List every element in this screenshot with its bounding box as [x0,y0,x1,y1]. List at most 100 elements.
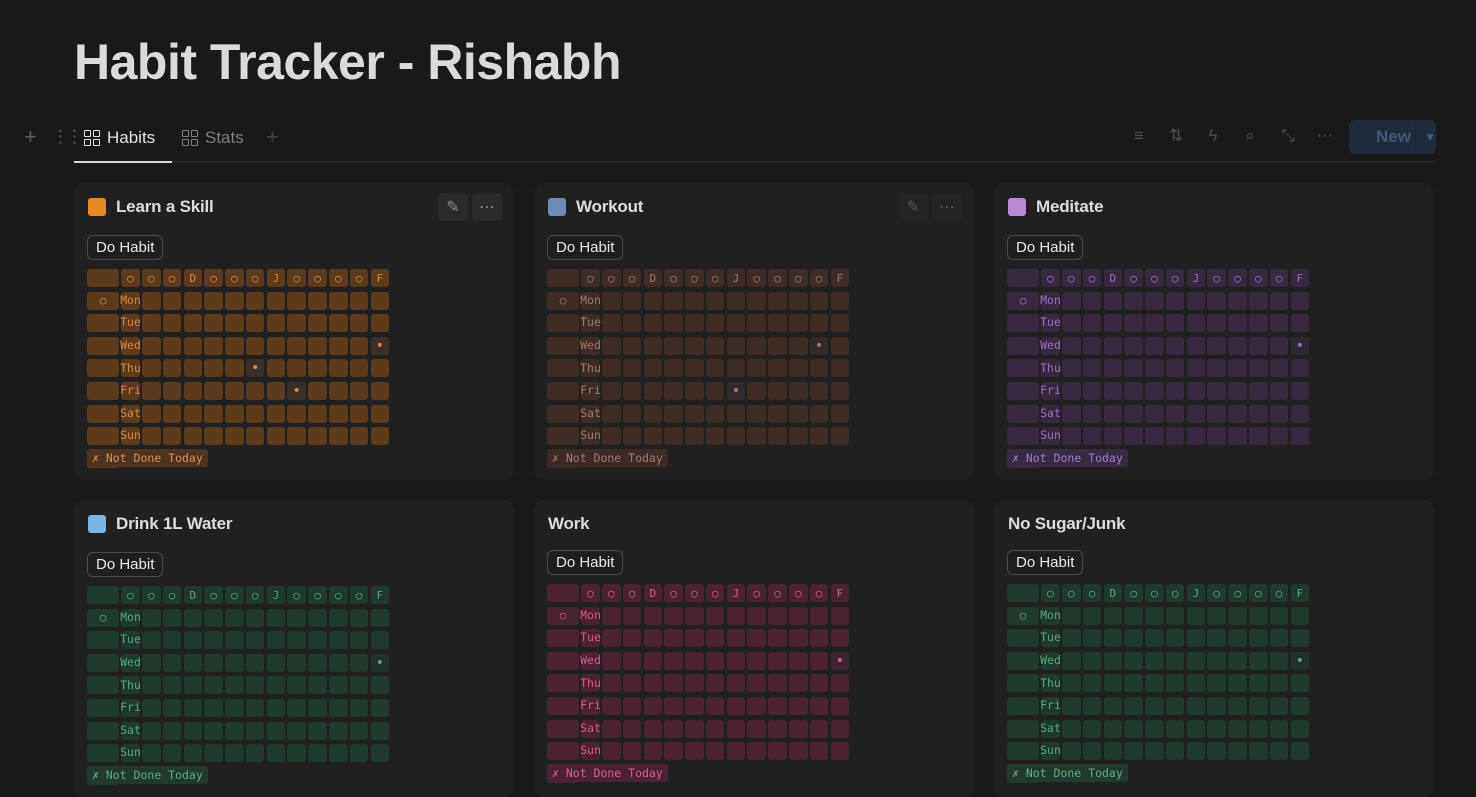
habit-day-cell[interactable] [1186,696,1206,715]
tab-habits[interactable]: Habits [84,124,155,152]
search-icon[interactable]: ⌕ [1239,126,1261,146]
habit-day-cell[interactable] [1124,606,1143,625]
habit-day-cell[interactable] [830,742,850,761]
habit-day-cell[interactable] [622,719,642,738]
habit-day-cell[interactable] [162,404,182,423]
habit-day-cell[interactable] [1207,381,1227,400]
habit-day-cell[interactable] [1186,606,1206,625]
habit-day-cell[interactable] [1103,427,1123,446]
habit-day-cell[interactable] [1124,359,1143,378]
habit-day-cell[interactable] [1249,674,1268,693]
habit-day-cell[interactable] [1249,336,1268,355]
habit-day-cell[interactable] [1082,606,1102,625]
habit-day-cell[interactable] [726,696,746,715]
habit-day-cell[interactable] [809,291,829,310]
habit-day-cell[interactable] [1269,651,1289,670]
habit-day-cell[interactable] [789,696,808,715]
habit-day-cell[interactable] [1103,651,1123,670]
habit-day-cell[interactable] [266,653,286,672]
drag-handle-icon[interactable]: ⋮⋮ [52,126,83,148]
habit-day-cell[interactable] [370,381,390,400]
habit-day-cell[interactable] [1007,629,1039,648]
habit-day-cell[interactable] [1124,404,1143,423]
habit-day-cell[interactable] [685,719,704,738]
habit-day-cell[interactable] [349,381,369,400]
habit-day-cell[interactable] [183,608,203,627]
habit-day-cell[interactable] [349,653,369,672]
habit-day-cell[interactable] [1290,381,1310,400]
habit-day-cell[interactable] [1165,291,1185,310]
habit-day-cell[interactable] [87,336,119,355]
habit-day-cell[interactable] [349,744,369,763]
habit-day-cell[interactable] [789,336,808,355]
habit-day-cell[interactable] [547,696,579,715]
habit-day-cell[interactable] [1165,629,1185,648]
habit-day-cell[interactable] [1290,359,1310,378]
habit-day-cell[interactable] [1061,381,1081,400]
habit-day-cell[interactable] [308,359,327,378]
habit-day-cell[interactable] [1290,427,1310,446]
habit-day-cell[interactable] [1145,742,1164,761]
habit-day-cell[interactable] [747,719,767,738]
habit-day-cell[interactable] [622,606,642,625]
habit-day-cell[interactable] [601,674,621,693]
habit-day-cell[interactable] [329,404,348,423]
habit-day-cell[interactable] [329,744,348,763]
habit-day-cell[interactable] [601,404,621,423]
habit-day-cell[interactable] [1207,336,1227,355]
habit-day-cell[interactable] [1124,742,1143,761]
habit-day-cell[interactable] [1103,719,1123,738]
habit-day-cell[interactable] [601,651,621,670]
habit-day-cell[interactable] [747,742,767,761]
habit-day-cell[interactable] [349,291,369,310]
habit-day-cell[interactable] [809,742,829,761]
habit-day-cell[interactable] [1228,381,1247,400]
habit-day-cell[interactable] [789,381,808,400]
habit-day-cell[interactable] [664,651,683,670]
habit-day-cell[interactable] [1186,427,1206,446]
habit-day-cell[interactable] [622,742,642,761]
habit-day-cell[interactable] [225,744,244,763]
habit-day-cell[interactable] [664,696,683,715]
habit-day-cell[interactable] [287,653,307,672]
habit-day-cell[interactable] [1249,314,1268,333]
habit-day-cell[interactable] [329,631,348,650]
habit-day-cell[interactable] [141,291,161,310]
habit-day-cell[interactable] [1207,719,1227,738]
habit-day-cell[interactable] [747,674,767,693]
habit-day-cell[interactable] [789,427,808,446]
habit-day-cell[interactable] [622,674,642,693]
habit-day-cell[interactable] [601,742,621,761]
habit-day-cell[interactable] [287,676,307,695]
habit-day-cell[interactable] [768,696,787,715]
habit-day-cell[interactable] [1007,404,1039,423]
habit-day-cell[interactable] [768,674,787,693]
habit-day-cell[interactable] [1082,696,1102,715]
habit-day-cell[interactable] [1061,719,1081,738]
habit-day-cell[interactable] [1249,606,1268,625]
habit-day-cell[interactable] [162,359,182,378]
habit-day-cell[interactable] [87,676,119,695]
habit-day-cell[interactable] [809,381,829,400]
habit-day-cell[interactable] [287,698,307,717]
habit-day-cell[interactable] [225,404,244,423]
habit-day-cell[interactable] [1145,696,1164,715]
habit-day-cell[interactable] [1082,674,1102,693]
habit-day-cell[interactable] [1082,381,1102,400]
habit-day-cell[interactable] [1007,336,1039,355]
habit-day-cell[interactable] [1186,381,1206,400]
habit-day-cell[interactable] [329,314,348,333]
habit-day-cell[interactable] [370,404,390,423]
habit-day-cell[interactable] [1228,336,1247,355]
habit-day-cell[interactable] [1007,359,1039,378]
habit-day-cell[interactable] [349,631,369,650]
habit-day-cell[interactable] [87,631,119,650]
habit-day-cell[interactable] [830,404,850,423]
habit-day-cell[interactable] [1269,381,1289,400]
habit-day-cell[interactable] [1145,359,1164,378]
habit-day-cell[interactable] [1082,359,1102,378]
habit-day-cell[interactable] [87,744,119,763]
habit-day-cell[interactable] [768,719,787,738]
habit-day-cell[interactable] [287,744,307,763]
habit-day-cell[interactable] [809,359,829,378]
